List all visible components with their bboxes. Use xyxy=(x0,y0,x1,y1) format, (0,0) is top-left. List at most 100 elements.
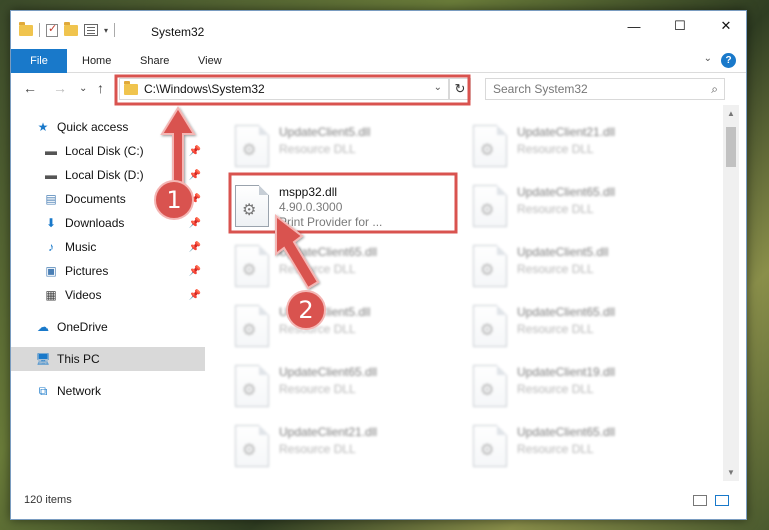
nav-this-pc[interactable]: 🖥 This PC xyxy=(11,347,205,371)
vertical-scrollbar[interactable]: ▲ ▼ xyxy=(723,105,739,481)
drive-icon: ▬ xyxy=(45,168,57,182)
file-name: UpdateClient19.dll xyxy=(517,365,616,379)
separator xyxy=(114,23,116,37)
nav-local-disk-c[interactable]: ▬ Local Disk (C:) 📌 xyxy=(11,139,205,163)
pin-icon[interactable]: 📌 xyxy=(189,170,201,181)
file-item[interactable]: ⚙ UpdateClient21.dll Resource DLL xyxy=(229,419,459,475)
cloud-icon: ☁ xyxy=(37,320,49,334)
tab-home[interactable]: Home xyxy=(82,49,111,73)
file-description: Resource DLL xyxy=(279,442,356,456)
nav-network[interactable]: ⧉ Network xyxy=(11,379,205,403)
star-icon: ★ xyxy=(37,120,49,134)
address-path[interactable]: C:\Windows\System32 xyxy=(144,82,265,96)
properties-check-icon[interactable] xyxy=(46,22,58,37)
file-item-mspp32[interactable]: ⚙ mspp32.dll 4.90.0.3000 Print Provider … xyxy=(229,179,459,237)
file-item[interactable]: ⚙ UpdateClient5.dllResource DLL xyxy=(229,299,459,357)
folder-icon[interactable] xyxy=(19,21,33,36)
new-folder-icon[interactable] xyxy=(64,21,78,36)
window-title: System32 xyxy=(151,25,205,39)
tab-file[interactable]: File xyxy=(11,49,67,73)
help-icon[interactable]: ? xyxy=(721,53,736,68)
dll-file-icon: ⚙ xyxy=(473,365,507,407)
drive-icon: ▬ xyxy=(45,144,57,158)
file-item[interactable]: ⚙ UpdateClient5.dllResource DLL xyxy=(467,239,697,297)
file-item[interactable]: ⚙ UpdateClient65.dll Resource DLL xyxy=(467,419,697,475)
file-item[interactable]: ⚙ UpdateClient65.dll Resource DLL xyxy=(467,299,697,357)
pin-icon[interactable]: 📌 xyxy=(189,266,201,277)
properties-icon[interactable] xyxy=(84,24,98,36)
customize-caret-icon[interactable]: ▾ xyxy=(104,26,108,35)
nav-quick-access[interactable]: ★ Quick access xyxy=(11,115,205,139)
tab-view[interactable]: View xyxy=(198,49,222,73)
file-name: UpdateClient65.dll xyxy=(517,425,616,439)
expand-ribbon-icon[interactable]: ⌄ xyxy=(704,53,712,64)
file-name: UpdateClient65.dll xyxy=(517,185,616,199)
file-description: Resource DLL xyxy=(517,142,594,156)
back-button[interactable]: ← xyxy=(23,80,37,96)
pin-icon[interactable]: 📌 xyxy=(189,290,201,301)
dll-file-icon: ⚙ xyxy=(235,365,269,407)
file-description: Print Provider for ... xyxy=(279,215,383,229)
search-input[interactable]: Search System32 ⌕ xyxy=(485,78,725,100)
file-item[interactable]: ⚙ UpdateClient65.dll Resource DLL xyxy=(229,359,459,417)
tab-share[interactable]: Share xyxy=(140,49,169,73)
item-count: 120 items xyxy=(24,494,72,506)
nav-label: Downloads xyxy=(65,216,125,230)
nav-label: This PC xyxy=(57,352,100,366)
file-item[interactable]: ⚙ UpdateClient65.dll Resource DLL xyxy=(229,239,459,297)
file-item[interactable]: ⚙ UpdateClient65.dll Resource DLL xyxy=(467,179,697,237)
nav-videos[interactable]: ▦ Videos 📌 xyxy=(11,283,205,307)
file-name: UpdateClient21.dll xyxy=(517,125,616,139)
minimize-button[interactable]: — xyxy=(611,11,657,41)
file-name: UpdateClient65.dll xyxy=(279,365,378,379)
close-button[interactable]: ✕ xyxy=(703,11,749,41)
network-icon: ⧉ xyxy=(38,383,48,398)
file-item[interactable]: ⚙ UpdateClient21.dll Resource DLL xyxy=(467,119,697,177)
nav-pictures[interactable]: ▣ Pictures 📌 xyxy=(11,259,205,283)
dll-file-icon: ⚙ xyxy=(473,425,507,467)
file-name: UpdateClient65.dll xyxy=(279,245,378,259)
file-description: Resource DLL xyxy=(517,382,594,396)
file-name: mspp32.dll xyxy=(279,185,338,199)
separator xyxy=(39,23,40,37)
scroll-up-icon[interactable]: ▲ xyxy=(727,109,735,118)
file-description: Resource DLL xyxy=(279,262,356,276)
nav-onedrive[interactable]: ☁ OneDrive xyxy=(11,315,205,339)
address-dropdown-icon[interactable]: ⌄ xyxy=(434,82,442,93)
up-button[interactable]: ↑ xyxy=(97,80,104,96)
file-description: Resource DLL xyxy=(517,442,594,456)
search-icon: ⌕ xyxy=(711,82,718,96)
nav-label: Quick access xyxy=(57,120,129,134)
nav-label: Pictures xyxy=(65,264,109,278)
pin-icon[interactable]: 📌 xyxy=(189,146,201,157)
nav-label: Local Disk (C:) xyxy=(65,144,144,158)
address-bar[interactable]: C:\Windows\System32 ⌄ xyxy=(119,78,449,100)
pin-icon[interactable]: 📌 xyxy=(189,218,201,229)
pin-icon[interactable]: 📌 xyxy=(189,242,201,253)
nav-label: Local Disk (D:) xyxy=(65,168,144,182)
nav-music[interactable]: ♪ Music 📌 xyxy=(11,235,205,259)
recent-locations-button[interactable]: ⌄ xyxy=(79,83,87,94)
file-version: 4.90.0.3000 xyxy=(279,200,343,214)
navigation-bar: ← → ⌄ ↑ C:\Windows\System32 ⌄ ↻ Search S… xyxy=(11,73,746,105)
forward-button[interactable]: → xyxy=(53,80,67,96)
file-name: UpdateClient65.dll xyxy=(517,305,616,319)
search-placeholder: Search System32 xyxy=(493,82,588,96)
maximize-button[interactable]: ☐ xyxy=(657,11,703,41)
nav-label: Videos xyxy=(65,288,102,302)
file-name: UpdateClient5.dll xyxy=(517,245,609,259)
scrollbar-thumb[interactable] xyxy=(726,127,736,167)
scroll-down-icon[interactable]: ▼ xyxy=(727,468,735,477)
file-list: ⚙ UpdateClient5.dll Resource DLL ⚙ Update… xyxy=(211,105,721,475)
folder-icon xyxy=(124,80,138,95)
nav-label: Network xyxy=(57,384,102,398)
tiles-view-icon[interactable] xyxy=(715,495,729,506)
dll-file-icon: ⚙ xyxy=(473,245,507,287)
music-icon: ♪ xyxy=(48,240,54,254)
details-view-icon[interactable] xyxy=(693,495,707,506)
file-item[interactable]: ⚙ UpdateClient19.dll Resource DLL xyxy=(467,359,697,417)
nav-label: Documents xyxy=(65,192,126,206)
file-name: UpdateClient21.dll xyxy=(279,425,378,439)
file-item[interactable]: ⚙ UpdateClient5.dllResource DLL xyxy=(229,119,459,177)
refresh-button[interactable]: ↻ xyxy=(449,78,471,100)
